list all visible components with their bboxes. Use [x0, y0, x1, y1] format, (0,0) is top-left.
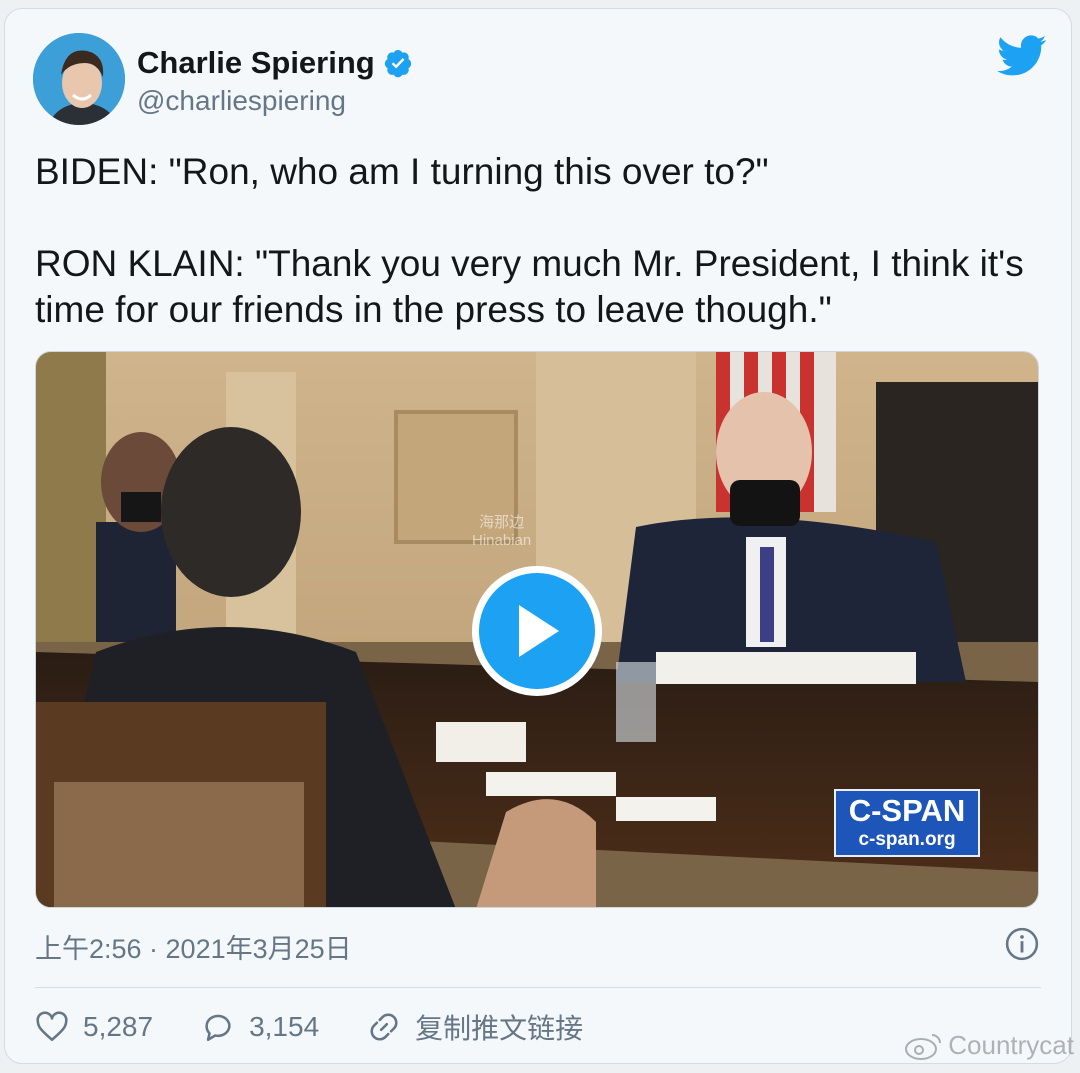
author-handle[interactable]: @charliespiering	[137, 85, 346, 117]
twitter-bird-icon[interactable]	[997, 35, 1047, 77]
broadcaster-logo: C-SPAN c-span.org	[834, 789, 980, 857]
like-button[interactable]: 5,287	[35, 1010, 153, 1044]
heart-icon	[36, 1011, 68, 1042]
tweet-card: Charlie Spiering @charliespiering BIDEN:…	[4, 8, 1072, 1064]
tweet-timestamp[interactable]: 上午2:56 · 2021年3月25日	[35, 927, 352, 966]
copy-link-button[interactable]: 复制推文链接	[367, 1007, 583, 1047]
link-icon	[370, 1013, 398, 1041]
broadcaster-url: c-span.org	[858, 829, 956, 850]
avatar[interactable]	[33, 33, 125, 125]
play-button[interactable]	[472, 566, 602, 696]
source-credit: Countrycat	[904, 1030, 1074, 1061]
play-icon	[519, 605, 559, 657]
watermark-en: Hinabian	[472, 532, 532, 549]
weibo-icon	[905, 1033, 942, 1060]
copy-link-label: 复制推文链接	[415, 1013, 584, 1044]
divider	[35, 987, 1041, 988]
watermark: 海那边 Hinabian	[472, 514, 531, 550]
author-name[interactable]: Charlie Spiering	[137, 45, 375, 81]
video-player[interactable]: 海那边 Hinabian C-SPAN c-span.org	[35, 351, 1039, 908]
like-count: 5,287	[83, 1011, 154, 1042]
tweet-text: BIDEN: "Ron, who am I turning this over …	[35, 151, 1024, 330]
verified-badge-icon	[384, 50, 411, 78]
reply-count: 3,154	[249, 1011, 320, 1042]
tweet-actions: 5,287 3,154 复制推文链接	[35, 1007, 631, 1047]
broadcaster-name: C-SPAN	[848, 793, 966, 828]
reply-bubble-icon	[205, 1014, 231, 1042]
reply-button[interactable]: 3,154	[201, 1010, 319, 1044]
watermark-cn: 海那边	[479, 514, 525, 531]
info-icon[interactable]	[1005, 927, 1039, 961]
credit-text: Countrycat	[948, 1030, 1074, 1060]
